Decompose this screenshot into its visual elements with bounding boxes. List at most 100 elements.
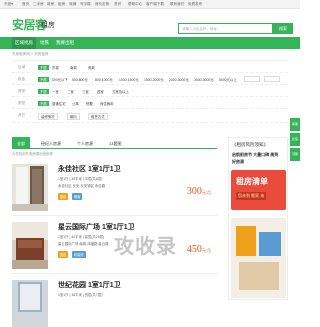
sidebar-heading[interactable]: 《租房风险须知》	[232, 142, 268, 148]
listing-specs: 1室1厅 | 40平米 | 高层(共28层)	[58, 235, 105, 239]
tab-photos[interactable]: 13套图	[104, 137, 126, 149]
filter-option[interactable]: 3000-5000元	[194, 77, 214, 82]
tab-all[interactable]: 全部	[12, 137, 30, 149]
filter-option[interactable]: 商住两用	[100, 101, 114, 106]
price-unit: 元/月	[201, 248, 211, 253]
filter-panel: 区域 不限 东城 南城 莞城 租金 不限 500元以下 500-800元 800…	[12, 60, 288, 128]
filter-option[interactable]: 1000-1500元	[119, 77, 139, 82]
filter-label: 租金	[18, 77, 26, 81]
filter-label: 房型	[18, 89, 26, 93]
promo-banner[interactable]: 租房清单 您未到 搬家 来	[231, 170, 286, 210]
filter-option[interactable]: 5000元以上	[219, 77, 237, 82]
listing-photo[interactable]	[12, 164, 48, 211]
breadcrumb[interactable]: 东莞租房网 > 东莞租房	[12, 52, 48, 57]
price-value: 450	[186, 244, 202, 255]
filter-row-type: 类型 不限 普通住宅 公寓 别墅 商住两用	[12, 97, 288, 109]
filter-option[interactable]: 800-1000元	[95, 77, 113, 82]
site-header: 安居客 租房 请输入小区名称、地址 搜索	[0, 9, 300, 37]
nav-item-subway[interactable]: 地铁	[40, 40, 49, 46]
topbar-link[interactable]: 房价走势	[95, 2, 109, 7]
price-value: 300	[186, 186, 202, 197]
sidebar-text: 启航前房节 大量口碑 周到	[232, 152, 279, 157]
filter-row-rent: 租金 不限 500元以下 500-800元 800-1000元 1000-150…	[12, 73, 288, 85]
listing-price: 300元/月	[187, 186, 211, 197]
filter-option[interactable]: 不限	[38, 101, 49, 106]
filter-option[interactable]: 公寓	[72, 101, 79, 106]
floating-toolbar: 客服 反馈 顶部	[290, 118, 300, 188]
filter-label: 区域	[18, 65, 26, 69]
search-button[interactable]: 搜索	[273, 23, 293, 34]
sidebar: 《租房风险须知》 启航前房节 大量口碑 周到 好房源 租房清单 您未到 搬家 来	[228, 137, 288, 300]
filter-row-other: 其它 装修情况 朝向 租赁方式	[12, 109, 288, 123]
topbar-link[interactable]: 帮助中心	[128, 2, 142, 7]
topbar-link[interactable]: 商铺	[69, 2, 76, 7]
top-bar: 东莞▾ 首页 二手房 新房 租房 商铺 写字楼 房价走势 资讯 帮助中心 客户端…	[0, 0, 300, 9]
filter-option[interactable]: 二室	[67, 89, 74, 94]
filter-option[interactable]: 别墅	[86, 101, 93, 106]
topbar-link[interactable]: 写字楼	[80, 2, 91, 7]
listing-tag: 朝南	[72, 193, 83, 200]
filter-option[interactable]: 1500-2000元	[144, 77, 164, 82]
filter-option[interactable]: 莞城	[88, 65, 95, 70]
nav-item-area[interactable]: 区域找房	[12, 37, 36, 49]
topbar-link[interactable]: 资讯	[114, 2, 121, 7]
city-switcher[interactable]: 东莞▾	[4, 2, 13, 7]
filter-label: 其它	[18, 113, 26, 117]
filter-option[interactable]: 不限	[38, 65, 49, 70]
filter-option[interactable]: 五室及以上	[112, 89, 129, 94]
filter-option[interactable]: 不限	[38, 89, 49, 94]
listing-item[interactable]: 世纪花园 1室1厅1卫 1室1厅 | 38平米 | 低层(共7层)	[12, 274, 217, 327]
listing-specs: 1室1厅 | 38平米 | 低层(共7层)	[58, 293, 103, 297]
promo-title: 租房清单	[236, 177, 268, 186]
search-input[interactable]: 请输入小区名称、地址	[178, 23, 273, 34]
orientation-dropdown[interactable]: 朝向	[67, 113, 80, 120]
filter-option[interactable]: 一室	[52, 89, 59, 94]
min-price-input[interactable]	[244, 76, 260, 82]
listing-address: 星云国际广场 南城-鸿福路 星云路	[58, 242, 109, 246]
topbar-link[interactable]: 首页	[22, 2, 29, 7]
listing-item[interactable]: 永佳社区 1室1厅1卫 1室1厅 | 35平米 | 中层(共6层) 永佳社区 长…	[12, 158, 217, 216]
nav-item-rent-out[interactable]: 我要出租	[56, 40, 74, 46]
filter-option[interactable]: 2000-3000元	[169, 77, 189, 82]
promo-subtitle: 您未到 搬家 来	[236, 192, 267, 200]
filter-option[interactable]: 三室	[82, 89, 89, 94]
filter-row-rooms: 房型 不限 一室 二室 三室 四室 五室及以上	[12, 85, 288, 97]
sidebar-image	[231, 218, 286, 298]
listing-photo[interactable]	[12, 280, 48, 327]
tab-agent[interactable]: 经纪人房源	[36, 137, 66, 149]
logo-divider	[37, 20, 38, 29]
sidebar-text: 好房源	[232, 159, 244, 164]
main-nav: 区域找房 地铁 我要出租	[0, 37, 300, 49]
listing-tag: 精装修	[72, 251, 86, 258]
topbar-link[interactable]: 新房	[47, 2, 54, 7]
listing-title[interactable]: 永佳社区 1室1厅1卫	[58, 164, 121, 174]
topbar-link[interactable]: 二手房	[33, 2, 44, 7]
filter-option[interactable]: 500-800元	[72, 77, 88, 82]
filter-option[interactable]: 不限	[38, 77, 49, 82]
filter-row-area: 区域 不限 东城 南城 莞城	[12, 61, 288, 73]
decoration-dropdown[interactable]: 装修情况	[38, 113, 58, 120]
tab-personal[interactable]: 个人房源	[72, 137, 98, 149]
result-note: 为您找到东莞房源出租房源	[12, 152, 53, 156]
filter-option[interactable]: 南城	[70, 65, 77, 70]
float-top-button[interactable]: 顶部	[290, 148, 300, 162]
filter-option[interactable]: 普通住宅	[52, 101, 66, 106]
channel-label: 租房	[41, 22, 55, 29]
topbar-link[interactable]: 租房	[58, 2, 65, 7]
price-unit: 元/月	[201, 190, 211, 195]
listing-title[interactable]: 世纪花园 1室1厅1卫	[58, 280, 121, 290]
listing-specs: 1室1厅 | 35平米 | 中层(共6层)	[58, 177, 103, 181]
topbar-link[interactable]: 客户端下载	[146, 2, 164, 7]
topbar-link[interactable]: 免费发布	[188, 2, 202, 7]
max-price-input[interactable]	[264, 76, 280, 82]
listing-photo[interactable]	[12, 222, 48, 269]
listing-tag: 整租	[58, 251, 69, 258]
float-feedback-button[interactable]: 反馈	[290, 133, 300, 147]
filter-option[interactable]: 四室	[97, 89, 104, 94]
listing-price: 450元/月	[187, 244, 211, 255]
float-service-button[interactable]: 客服	[290, 118, 300, 132]
filter-option[interactable]: 东城	[52, 65, 59, 70]
topbar-link[interactable]: 联系我们	[170, 2, 184, 7]
filter-option[interactable]: 500元以下	[52, 77, 68, 82]
rent-mode-dropdown[interactable]: 租赁方式	[88, 113, 108, 120]
